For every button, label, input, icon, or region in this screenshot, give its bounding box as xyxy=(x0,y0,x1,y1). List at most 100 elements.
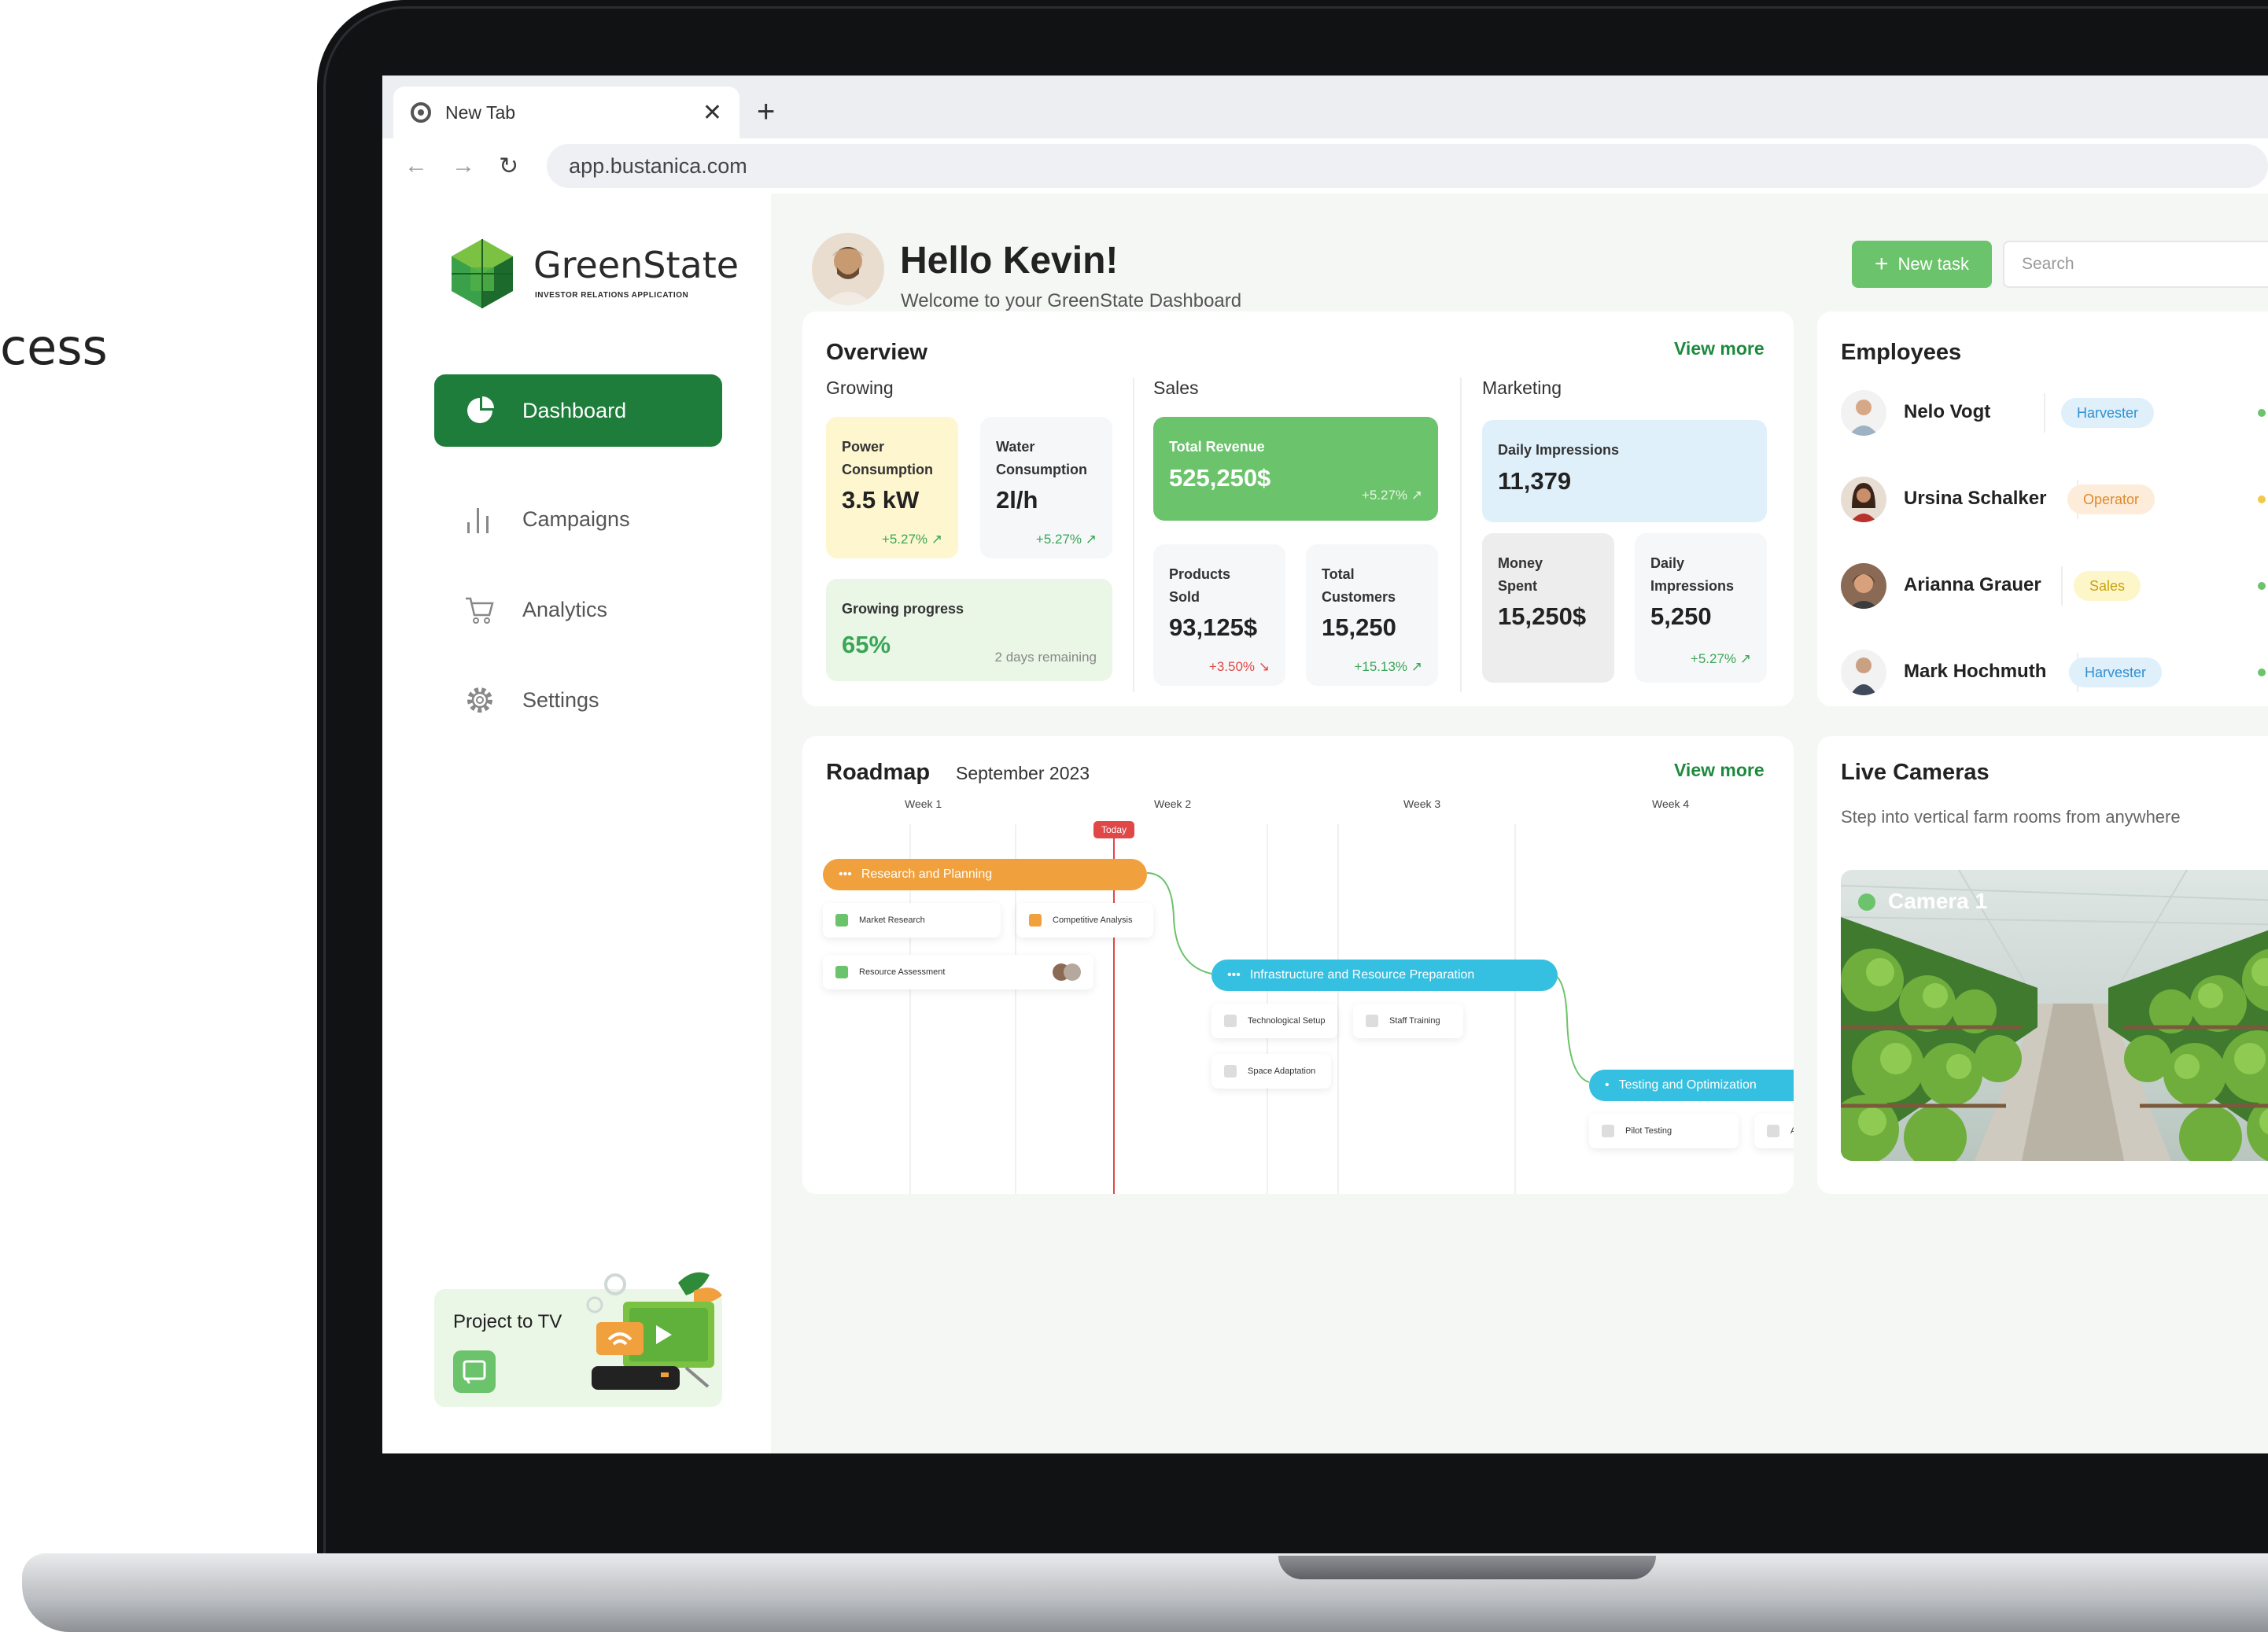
power-delta: +5.27% ↗ xyxy=(881,532,942,547)
laptop-notch xyxy=(1278,1556,1656,1579)
new-tab-button[interactable]: + xyxy=(757,94,775,130)
camera-label: Camera 1 xyxy=(1888,889,1988,913)
products-label: Products Sold xyxy=(1169,566,1231,605)
more-dots-icon: • xyxy=(1605,1078,1610,1092)
checkbox-checked-icon[interactable] xyxy=(835,914,848,927)
gear-icon xyxy=(464,684,496,716)
money-spent-tile[interactable]: Money Spent 15,250$ xyxy=(1482,533,1614,683)
role-badge: Harvester xyxy=(2069,658,2163,687)
employee-row[interactable]: Nelo Vogt Harvester xyxy=(1841,382,2268,445)
daily-impressions-small-tile[interactable]: Daily Impressions 5,250 +5.27% ↗ xyxy=(1635,533,1767,683)
main-content: Hello Kevin! Welcome to your GreenState … xyxy=(771,193,2268,1453)
phase-bar[interactable]: • Testing and Optimization xyxy=(1589,1070,1794,1101)
checkbox-progress-icon[interactable] xyxy=(1029,914,1042,927)
status-dot xyxy=(2258,409,2266,417)
new-task-label: New task xyxy=(1897,254,1969,274)
power-label: Power Consumption xyxy=(842,439,933,477)
task-card[interactable]: Competitive Analysis xyxy=(1016,903,1153,938)
live-cameras-card: Live Cameras Step into vertical farm roo… xyxy=(1817,736,2268,1194)
sidebar-item-label: Settings xyxy=(522,687,599,712)
water-label: Water Consumption xyxy=(996,439,1087,477)
sales-label: Sales xyxy=(1153,378,1199,398)
sidebar-item-campaigns[interactable]: Campaigns xyxy=(434,483,722,555)
greeting-subtitle: Welcome to your GreenState Dashboard xyxy=(901,290,1242,311)
overview-view-more-link[interactable]: View more xyxy=(1674,338,1765,359)
employee-row[interactable]: Mark Hochmuth Harvester xyxy=(1841,642,2268,705)
employee-name: Arianna Grauer xyxy=(1904,574,2041,595)
revenue-label: Total Revenue xyxy=(1169,439,1265,455)
power-consumption-tile[interactable]: Power Consumption 3.5 kW +5.27% ↗ xyxy=(826,417,958,558)
new-task-button[interactable]: + New task xyxy=(1852,241,1992,288)
total-revenue-tile[interactable]: Total Revenue 525,250$ +5.27% ↗ xyxy=(1153,417,1438,521)
employee-row[interactable]: Ursina Schalker Operator xyxy=(1841,469,2268,532)
customers-value: 15,250 xyxy=(1322,613,1396,641)
browser-tab[interactable]: New Tab ✕ xyxy=(393,87,739,138)
section-divider xyxy=(1133,378,1134,692)
employees-title: Employees xyxy=(1841,340,1962,365)
growing-progress-tile[interactable]: Growing progress 65% 2 days remaining xyxy=(826,579,1112,681)
laptop-base xyxy=(22,1553,2268,1632)
money-label: Money Spent xyxy=(1498,555,1543,594)
more-dots-icon: ••• xyxy=(1227,968,1241,982)
progress-value: 65% xyxy=(842,631,891,658)
forward-arrow-icon[interactable]: → xyxy=(452,153,475,179)
sidebar-item-analytics[interactable]: Analytics xyxy=(434,573,722,646)
back-arrow-icon[interactable]: ← xyxy=(404,153,428,179)
daily-value: 5,250 xyxy=(1650,602,1712,630)
checkbox-checked-icon[interactable] xyxy=(835,966,848,978)
phase-bar[interactable]: ••• Infrastructure and Resource Preparat… xyxy=(1211,960,1558,991)
products-value: 93,125$ xyxy=(1169,613,1258,641)
search-input[interactable]: Search xyxy=(2003,241,2268,288)
water-consumption-tile[interactable]: Water Consumption 2l/h +5.27% ↗ xyxy=(980,417,1112,558)
status-dot xyxy=(2258,495,2266,503)
cast-icon[interactable] xyxy=(453,1350,496,1393)
growing-label: Growing xyxy=(826,378,894,398)
task-card[interactable]: Market Research xyxy=(823,903,1001,938)
live-indicator-icon xyxy=(1858,893,1875,911)
products-delta: +3.50% ↘ xyxy=(1208,659,1270,674)
phase-bar[interactable]: ••• Research and Planning xyxy=(823,859,1147,890)
task-card[interactable]: Pilot Testing xyxy=(1589,1114,1739,1148)
task-label: Resource Assessment xyxy=(859,967,946,977)
today-marker: Today xyxy=(1093,821,1134,838)
camera-feed[interactable]: Camera 1 xyxy=(1841,870,2268,1161)
impressions-value: 11,379 xyxy=(1498,467,1572,495)
user-avatar[interactable] xyxy=(812,233,884,305)
close-tab-icon[interactable]: ✕ xyxy=(703,99,722,127)
checkbox-icon[interactable] xyxy=(1224,1065,1237,1078)
task-card[interactable]: Staff Training xyxy=(1353,1004,1463,1038)
checkbox-icon[interactable] xyxy=(1767,1125,1779,1137)
laptop-screen: New Tab ✕ + ← → ↻ app.bustanica.com Gree… xyxy=(382,76,2268,1453)
checkbox-icon[interactable] xyxy=(1224,1015,1237,1027)
url-bar[interactable]: app.bustanica.com xyxy=(547,144,2268,188)
address-row: ← → ↻ app.bustanica.com xyxy=(382,138,2268,193)
task-label: A xyxy=(1790,1126,1794,1136)
reload-icon[interactable]: ↻ xyxy=(499,153,518,180)
task-card[interactable]: Resource Assessment xyxy=(823,955,1093,989)
daily-impressions-tile[interactable]: Daily Impressions 11,379 xyxy=(1482,420,1767,522)
project-to-tv-card[interactable]: Project to TV xyxy=(434,1272,722,1407)
employee-avatar xyxy=(1841,390,1886,436)
bar-chart-icon xyxy=(464,503,496,535)
employees-card: Employees Nelo Vogt Harvester Ursina Sch… xyxy=(1817,311,2268,706)
greenstate-logo-icon xyxy=(452,239,513,308)
task-card[interactable]: A xyxy=(1754,1114,1794,1148)
greeting: Hello Kevin! xyxy=(900,240,1119,282)
task-label: Pilot Testing xyxy=(1625,1126,1672,1136)
task-label: Staff Training xyxy=(1389,1016,1440,1026)
task-card[interactable]: Space Adaptation xyxy=(1211,1054,1331,1089)
products-sold-tile[interactable]: Products Sold 93,125$ +3.50% ↘ xyxy=(1153,544,1285,686)
sidebar-item-settings[interactable]: Settings xyxy=(434,664,722,736)
checkbox-icon[interactable] xyxy=(1602,1125,1614,1137)
sidebar-item-dashboard[interactable]: Dashboard xyxy=(434,374,722,447)
daily-delta: +5.27% ↗ xyxy=(1690,651,1751,666)
task-card[interactable]: Technological Setup xyxy=(1211,1004,1337,1038)
overview-card: Overview View more Growing Sales Marketi… xyxy=(802,311,1794,706)
revenue-value: 525,250$ xyxy=(1169,464,1271,492)
role-badge: Operator xyxy=(2067,484,2156,514)
checkbox-icon[interactable] xyxy=(1366,1015,1378,1027)
total-customers-tile[interactable]: Total Customers 15,250 +15.13% ↗ xyxy=(1306,544,1438,686)
employee-row[interactable]: Arianna Grauer Sales xyxy=(1841,555,2268,618)
task-label: Competitive Analysis xyxy=(1053,915,1133,925)
plus-icon: + xyxy=(1874,251,1889,277)
